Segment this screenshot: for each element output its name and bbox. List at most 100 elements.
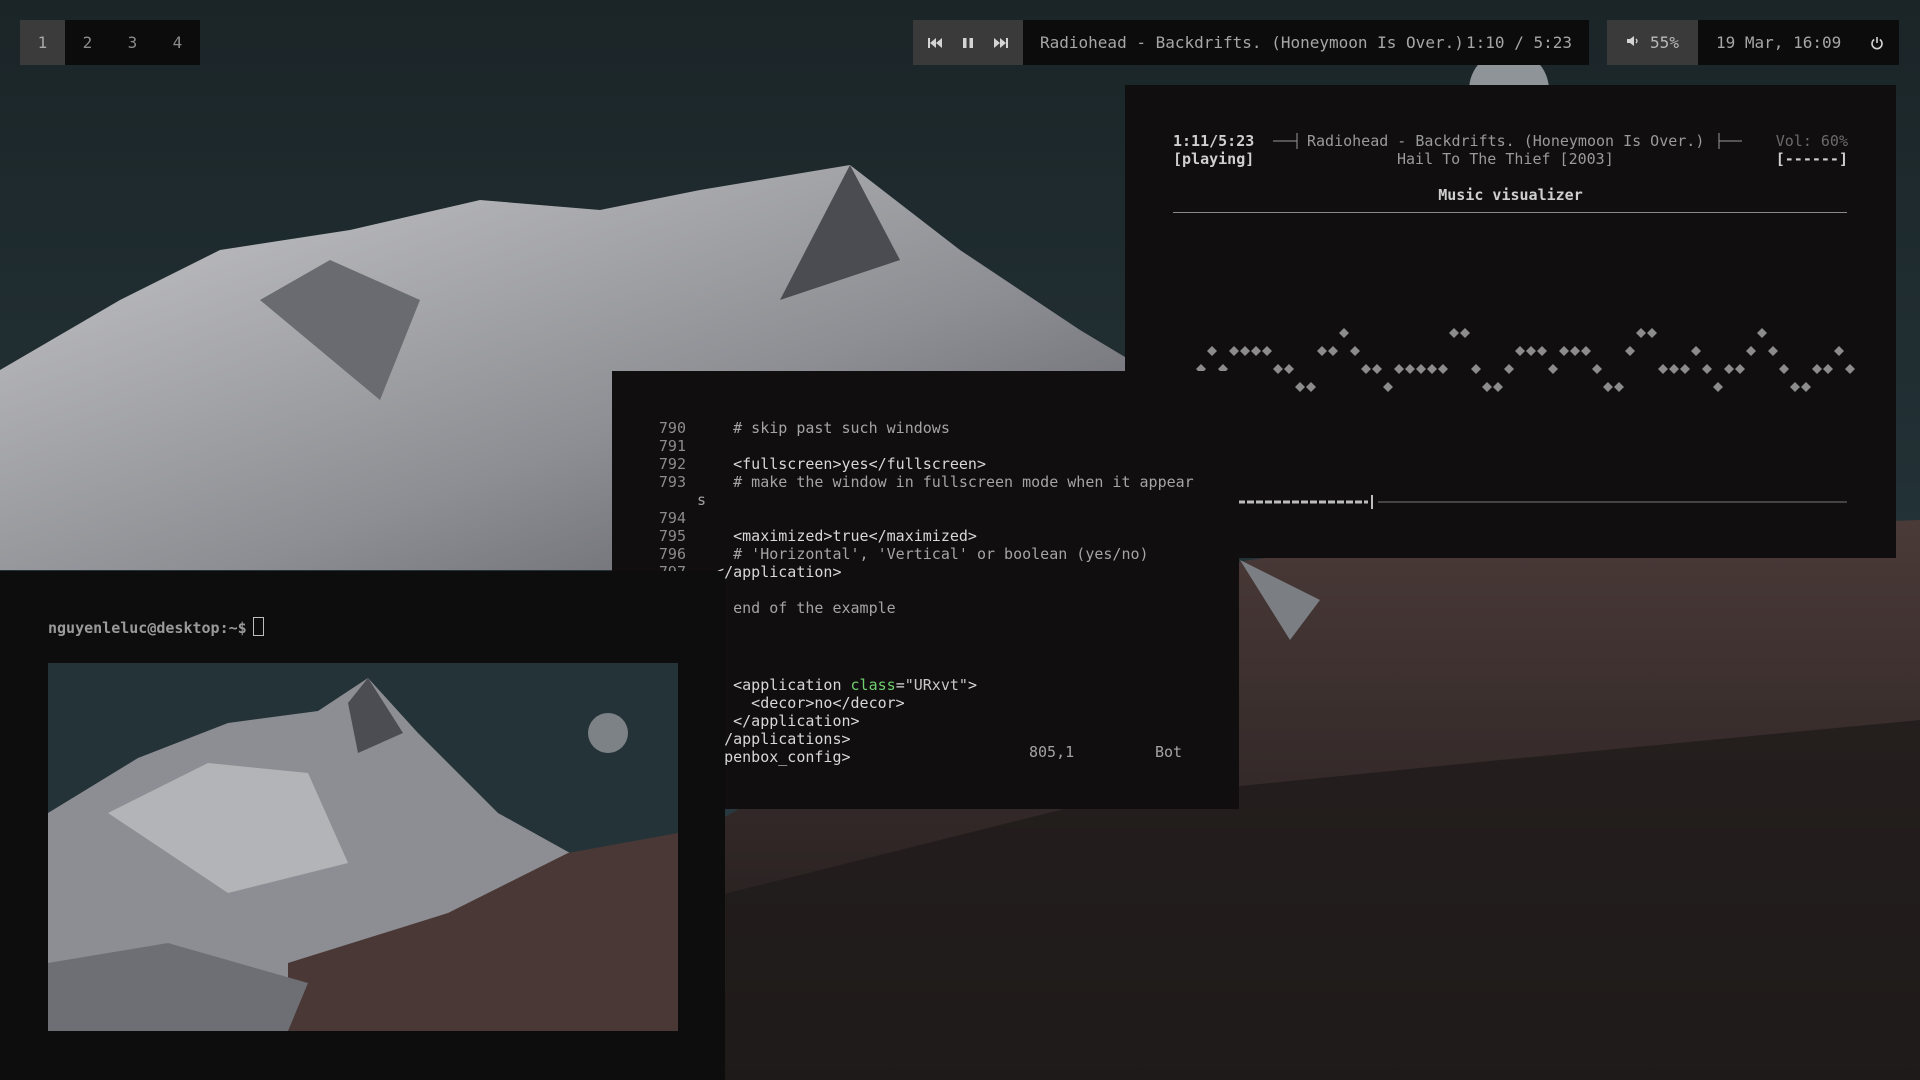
header-divider xyxy=(1173,212,1847,213)
visualizer-dot xyxy=(1471,364,1481,374)
visualizer-dot xyxy=(1735,364,1745,374)
visualizer-dot xyxy=(1757,328,1767,338)
visualizer-dot xyxy=(1823,364,1833,374)
visualizer-dot xyxy=(1328,346,1338,356)
line-number: 791 xyxy=(658,437,686,455)
terminal-prompt: nguyenleluc@desktop:~$ xyxy=(48,619,247,637)
visualizer-dot xyxy=(1427,364,1437,374)
visualizer-dot xyxy=(1449,328,1459,338)
line-number: 795 xyxy=(658,527,686,545)
skip-forward-icon[interactable] xyxy=(986,20,1016,65)
visualizer-dot xyxy=(1790,382,1800,392)
visualizer-dot xyxy=(1845,364,1855,374)
visualizer-dot xyxy=(1372,364,1382,374)
clock-text: 19 Mar, 16:09 xyxy=(1716,33,1842,52)
visualizer-dot xyxy=(1460,328,1470,338)
visualizer-dot xyxy=(1647,328,1657,338)
workspace-2[interactable]: 2 xyxy=(65,20,110,65)
visualizer-dot xyxy=(1581,346,1591,356)
visualizer-dot xyxy=(1284,364,1294,374)
title-left-bracket-icon xyxy=(1273,133,1298,149)
visualizer-dot xyxy=(1295,382,1305,392)
now-playing-progress: 1:10 / 5:23 xyxy=(1466,33,1572,52)
visualizer-dot xyxy=(1537,346,1547,356)
visualizer-dot xyxy=(1713,382,1723,392)
visualizer-dot xyxy=(1614,382,1624,392)
visualizer-dot xyxy=(1603,382,1613,392)
visualizer-dot xyxy=(1493,382,1503,392)
visualizer-dot xyxy=(1383,382,1393,392)
visualizer-dot xyxy=(1504,364,1514,374)
visualizer-dot xyxy=(1812,364,1822,374)
workspace-3[interactable]: 3 xyxy=(110,20,155,65)
visualizer-dot xyxy=(1361,364,1371,374)
now-playing[interactable]: Radiohead - Backdrifts. (Honeymoon Is Ov… xyxy=(1023,20,1589,65)
visualizer-dot xyxy=(1240,346,1250,356)
line-text: <fullscreen>yes</fullscreen> xyxy=(697,455,986,473)
visualizer-dot xyxy=(1658,364,1668,374)
code-string: "URxvt" xyxy=(904,676,968,694)
visualizer-dot xyxy=(1317,346,1327,356)
terminal-window[interactable]: nguyenleluc@desktop:~$ xyxy=(0,571,725,1080)
visualizer-dot xyxy=(1394,364,1404,374)
terminal-image-preview xyxy=(48,663,678,1031)
skip-back-icon[interactable] xyxy=(920,20,950,65)
title-right-bracket-icon xyxy=(1718,133,1742,149)
workspace-4[interactable]: 4 xyxy=(155,20,200,65)
line-number: 793 xyxy=(658,473,686,491)
visualizer-dot xyxy=(1482,382,1492,392)
media-controls xyxy=(913,20,1023,65)
music-visualizer xyxy=(1165,328,1855,392)
workspace-1[interactable]: 1 xyxy=(20,20,65,65)
song-album: Hail To The Thief [2003] xyxy=(1397,150,1614,168)
line-text: # make the window in fullscreen mode whe… xyxy=(697,473,1194,491)
visualizer-dot xyxy=(1801,382,1811,392)
visualizer-dot xyxy=(1350,346,1360,356)
visualizer-dot xyxy=(1405,364,1415,374)
visualizer-header: Music visualizer xyxy=(1438,186,1583,204)
terminal-cursor xyxy=(252,617,264,636)
visualizer-dot xyxy=(1306,382,1316,392)
clock-panel: 19 Mar, 16:09 xyxy=(1698,20,1899,65)
visualizer-dot xyxy=(1438,364,1448,374)
player-mode-flags: [------] xyxy=(1775,150,1848,168)
vim-scroll-position: Bot xyxy=(1155,743,1183,761)
line-number: 796 xyxy=(658,545,686,563)
line-number: 790 xyxy=(658,419,686,437)
music-player-window[interactable]: 1:11/5:23 [playing] Radiohead - Backdrif… xyxy=(1125,85,1896,558)
line-number: 794 xyxy=(658,509,686,527)
volume-indicator[interactable]: 55% xyxy=(1607,20,1698,65)
visualizer-dot xyxy=(1570,346,1580,356)
pause-icon[interactable] xyxy=(953,20,983,65)
visualizer-dot xyxy=(1636,328,1646,338)
visualizer-dot xyxy=(1768,346,1778,356)
song-title: Radiohead - Backdrifts. (Honeymoon Is Ov… xyxy=(1307,132,1705,150)
seek-bar[interactable] xyxy=(1238,495,1847,509)
visualizer-dot xyxy=(1339,328,1349,338)
speaker-icon xyxy=(1626,33,1640,52)
player-volume: Vol: 60% xyxy=(1775,132,1848,150)
playback-time: 1:11/5:23 xyxy=(1173,132,1255,150)
workspace-switcher: 1234 xyxy=(20,20,200,65)
visualizer-dot xyxy=(1229,346,1239,356)
visualizer-dot xyxy=(1548,364,1558,374)
line-text: # 'Horizontal', 'Vertical' or boolean (y… xyxy=(697,545,1149,563)
visualizer-dot xyxy=(1702,364,1712,374)
visualizer-dot xyxy=(1416,364,1426,374)
terminal-prompt-line[interactable]: nguyenleluc@desktop:~$ xyxy=(48,617,264,637)
visualizer-dot xyxy=(1779,364,1789,374)
visualizer-dot xyxy=(1559,346,1569,356)
power-icon[interactable] xyxy=(1855,20,1899,65)
visualizer-dot xyxy=(1251,346,1261,356)
line-text: <maximized>true</maximized> xyxy=(697,527,977,545)
vim-cursor-position: 805,1 xyxy=(1029,743,1075,761)
visualizer-dot xyxy=(1834,346,1844,356)
visualizer-dot xyxy=(1262,346,1272,356)
visualizer-dot xyxy=(1724,364,1734,374)
visualizer-dot xyxy=(1515,346,1525,356)
line-text: # end of the example xyxy=(697,599,896,617)
visualizer-dot xyxy=(1207,346,1217,356)
visualizer-dot xyxy=(1592,364,1602,374)
visualizer-dot xyxy=(1625,346,1635,356)
visualizer-dot xyxy=(1691,346,1701,356)
